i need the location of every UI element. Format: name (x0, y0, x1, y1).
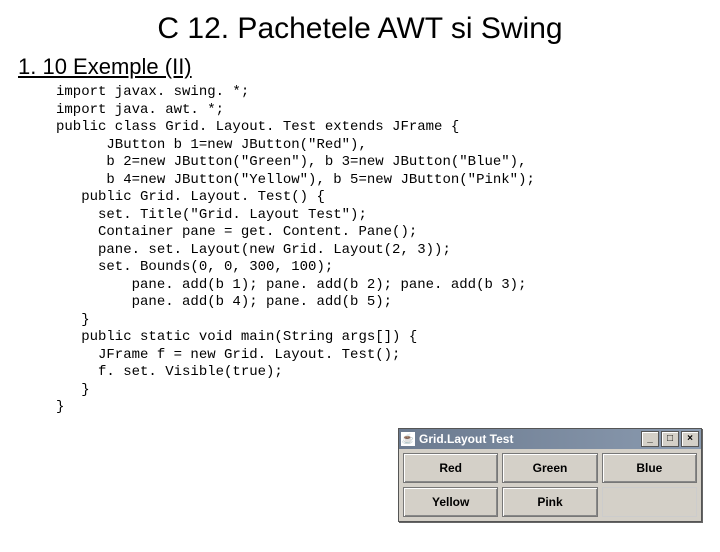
window-close-button[interactable]: × (681, 431, 699, 447)
button-yellow[interactable]: Yellow (403, 487, 498, 517)
gridlayout-test-window: ☕ Grid.Layout Test _ □ × Red Green Blue … (398, 428, 702, 522)
grid-layout-panel: Red Green Blue Yellow Pink (399, 449, 701, 521)
button-red[interactable]: Red (403, 453, 498, 483)
button-blue[interactable]: Blue (602, 453, 697, 483)
window-maximize-button[interactable]: □ (661, 431, 679, 447)
window-titlebar[interactable]: ☕ Grid.Layout Test _ □ × (399, 429, 701, 449)
window-minimize-button[interactable]: _ (641, 431, 659, 447)
code-block: import javax. swing. *; import java. awt… (56, 84, 720, 417)
button-pink[interactable]: Pink (502, 487, 597, 517)
java-icon: ☕ (401, 432, 415, 446)
button-green[interactable]: Green (502, 453, 597, 483)
page-title: C 12. Pachetele AWT si Swing (0, 12, 720, 46)
section-subtitle: 1. 10 Exemple (II) (18, 54, 720, 80)
window-title: Grid.Layout Test (419, 432, 639, 446)
grid-empty-cell (602, 487, 697, 517)
